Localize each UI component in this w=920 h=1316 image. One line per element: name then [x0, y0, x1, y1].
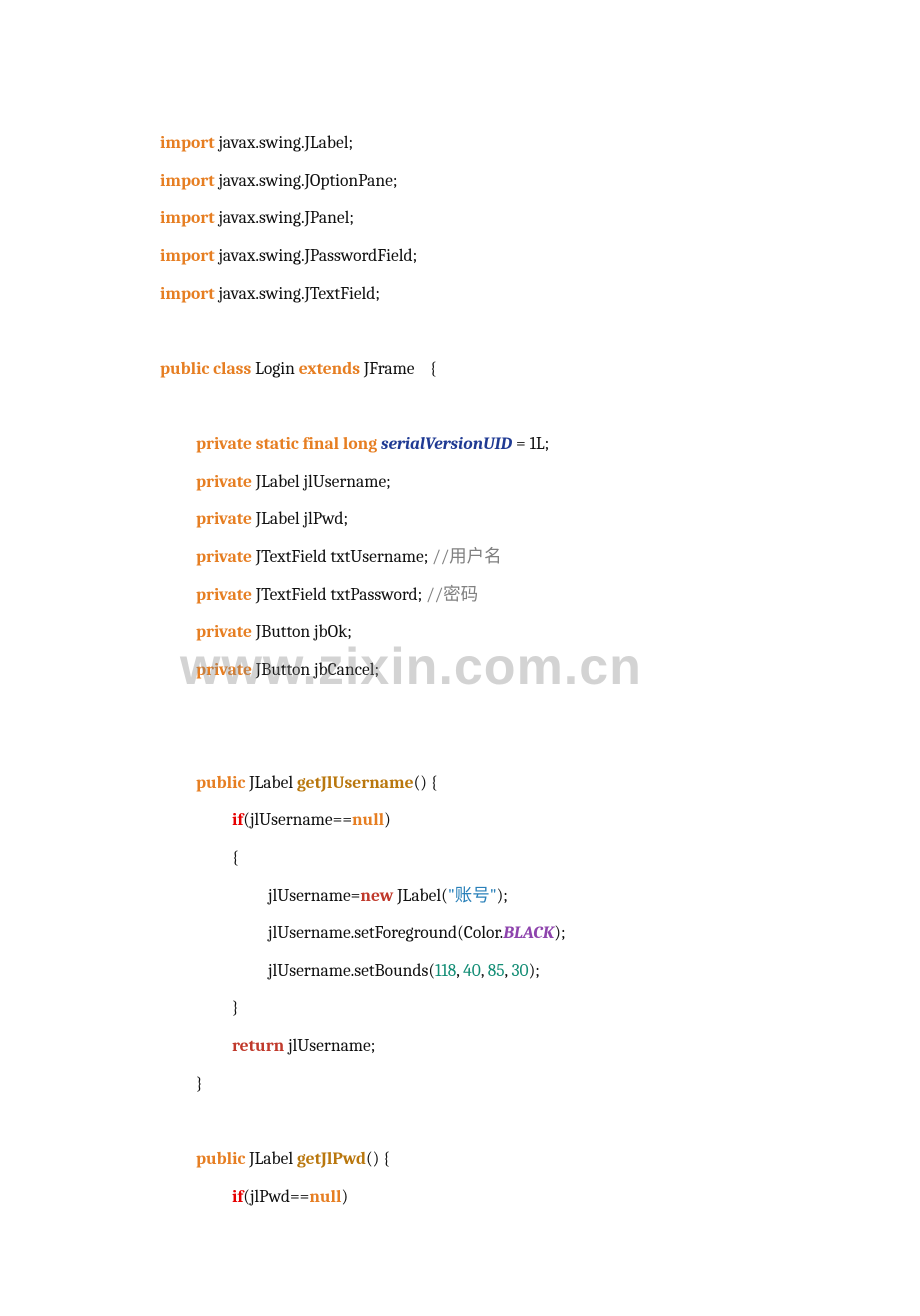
code-token: //密码	[426, 585, 478, 605]
code-token: );	[497, 886, 508, 906]
code-token: );	[554, 923, 565, 943]
code-token: if	[232, 810, 243, 830]
code-token: }	[232, 998, 239, 1018]
code-token: JTextField txtUsername;	[252, 547, 432, 567]
code-token: )	[341, 1187, 348, 1207]
code-token: return	[232, 1036, 284, 1056]
code-token: javax.swing.JTextField;	[215, 284, 380, 304]
code-token: BLACK	[503, 923, 554, 943]
code-line: private JButton jbOk;	[160, 614, 760, 652]
code-token: public	[196, 1149, 245, 1169]
code-token: 30	[511, 961, 528, 981]
code-token: 40	[463, 961, 481, 981]
code-line	[160, 1103, 760, 1141]
code-line: public JLabel getJlUsername() {	[160, 765, 760, 803]
code-token: extends	[299, 359, 360, 379]
code-token: new	[360, 886, 393, 906]
code-line: import javax.swing.JOptionPane;	[160, 163, 760, 201]
code-line	[160, 689, 760, 727]
code-line: jlUsername.setBounds(118, 40, 85, 30);	[160, 953, 760, 991]
code-token: javax.swing.JOptionPane;	[215, 171, 398, 191]
code-token: serialVersionUID	[381, 434, 512, 454]
code-token: jlUsername.setForeground(Color.	[268, 923, 503, 943]
code-line: }	[160, 1066, 760, 1104]
code-token: JLabel(	[393, 886, 447, 906]
code-token: () {	[366, 1149, 390, 1169]
code-token: JButton jbCancel;	[252, 660, 379, 680]
code-line: private JTextField txtUsername; //用户名	[160, 539, 760, 577]
code-token: private	[196, 509, 252, 529]
code-line: private JButton jbCancel;	[160, 652, 760, 690]
code-token: import	[160, 246, 215, 266]
code-token: ,	[481, 961, 488, 981]
code-token: import	[160, 171, 215, 191]
code-token: //用户名	[432, 547, 502, 567]
code-token: JFrame {	[360, 359, 437, 379]
code-token: JLabel	[245, 1149, 297, 1169]
code-line: return jlUsername;	[160, 1028, 760, 1066]
code-token: JLabel jlUsername;	[252, 472, 391, 492]
code-token: javax.swing.JPasswordField;	[215, 246, 418, 266]
code-token: JTextField txtPassword;	[252, 585, 426, 605]
code-line: {	[160, 840, 760, 878]
code-line	[160, 313, 760, 351]
code-token: jlUsername=	[268, 886, 360, 906]
code-token: (jlUsername==	[243, 810, 352, 830]
code-token: 118	[435, 961, 456, 981]
code-token: private	[196, 660, 252, 680]
code-token: import	[160, 284, 215, 304]
code-line: import javax.swing.JPasswordField;	[160, 238, 760, 276]
code-token: }	[196, 1074, 203, 1094]
code-line: private JTextField txtPassword; //密码	[160, 577, 760, 615]
code-line: }	[160, 990, 760, 1028]
code-token: private	[196, 585, 252, 605]
code-token: (jlPwd==	[243, 1187, 309, 1207]
code-token: javax.swing.JLabel;	[215, 133, 353, 153]
code-line: jlUsername=new JLabel("账号");	[160, 878, 760, 916]
code-token: private static final long	[196, 434, 377, 454]
code-token: jlUsername.setBounds(	[268, 961, 435, 981]
code-line: import javax.swing.JLabel;	[160, 125, 760, 163]
code-token: public	[196, 773, 245, 793]
code-line: import javax.swing.JPanel;	[160, 200, 760, 238]
code-token: if	[232, 1187, 243, 1207]
code-token: JLabel	[245, 773, 297, 793]
code-token: jlUsername;	[284, 1036, 375, 1056]
code-line: private static final long serialVersionU…	[160, 426, 760, 464]
code-token: private	[196, 622, 252, 642]
code-page: import javax.swing.JLabel;import javax.s…	[0, 0, 920, 1316]
code-token: public class	[160, 359, 251, 379]
code-line: public class Login extends JFrame {	[160, 351, 760, 389]
code-token: getJlUsername	[297, 773, 414, 793]
code-token: "账号"	[448, 886, 497, 906]
code-token: {	[232, 848, 239, 868]
code-token: null	[352, 810, 384, 830]
code-token: javax.swing.JPanel;	[215, 208, 354, 228]
code-line: public JLabel getJlPwd() {	[160, 1141, 760, 1179]
code-token: private	[196, 547, 252, 567]
code-token: private	[196, 472, 252, 492]
code-line: import javax.swing.JTextField;	[160, 276, 760, 314]
code-line: jlUsername.setForeground(Color.BLACK);	[160, 915, 760, 953]
code-line	[160, 388, 760, 426]
code-line: private JLabel jlPwd;	[160, 501, 760, 539]
code-token: )	[384, 810, 391, 830]
code-line	[160, 727, 760, 765]
code-token: () {	[414, 773, 438, 793]
code-token: getJlPwd	[297, 1149, 366, 1169]
code-line: private JLabel jlUsername;	[160, 464, 760, 502]
code-token: JButton jbOk;	[252, 622, 352, 642]
code-token: import	[160, 133, 215, 153]
code-line: if(jlPwd==null)	[160, 1179, 760, 1217]
code-token: Login	[251, 359, 299, 379]
code-line: if(jlUsername==null)	[160, 802, 760, 840]
code-token: null	[309, 1187, 341, 1207]
code-token: = 1L;	[512, 434, 549, 454]
code-token: JLabel jlPwd;	[252, 509, 348, 529]
code-token: import	[160, 208, 215, 228]
code-token: );	[529, 961, 540, 981]
code-token: 85	[488, 961, 505, 981]
